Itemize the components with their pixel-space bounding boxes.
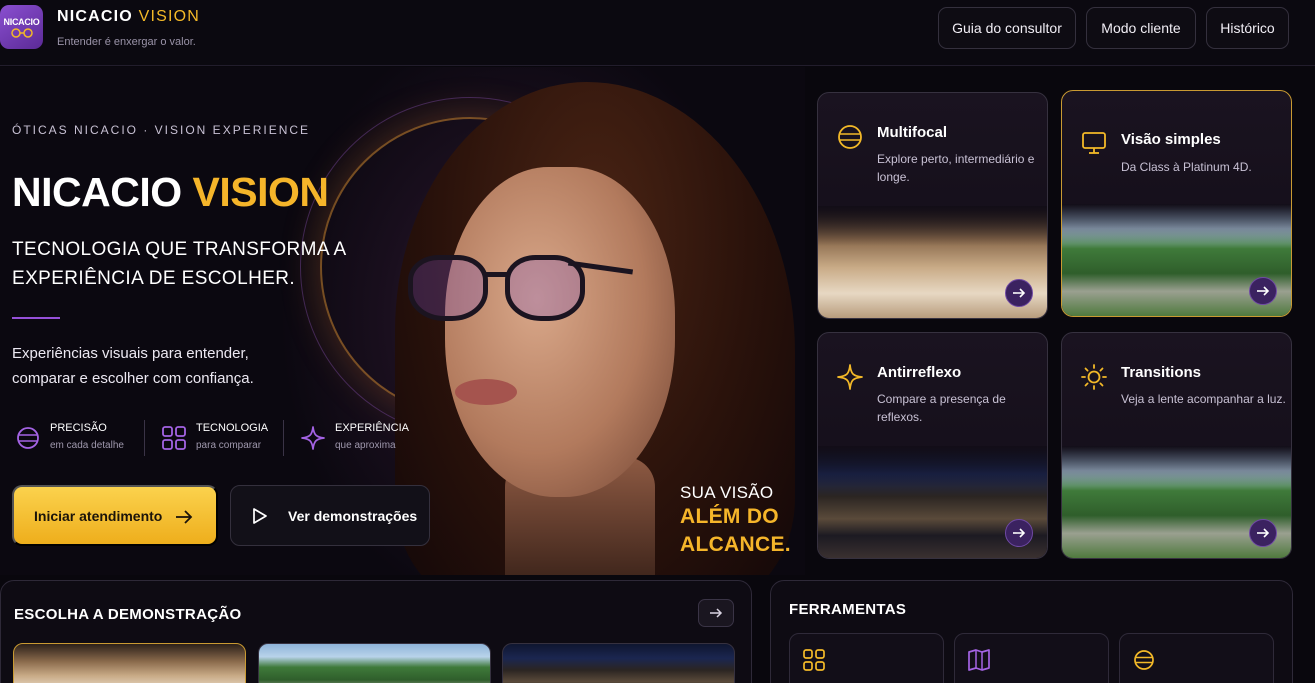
- demo-card-description: Explore perto, intermediário e longe.: [877, 152, 1035, 184]
- hero-section: ÓTICAS NICACIO · VISION EXPERIENCE NICAC…: [0, 67, 805, 575]
- hero-title-main: NICACIO: [12, 169, 182, 215]
- monitor-icon: [1082, 132, 1106, 154]
- demo-thumbnail[interactable]: [13, 643, 246, 683]
- start-service-label: Iniciar atendimento: [34, 507, 163, 524]
- tool-card[interactable]: [789, 633, 944, 683]
- view-demos-button[interactable]: Ver demonstrações: [230, 485, 430, 546]
- feature-technology: TECNOLOGIA para comparar: [161, 420, 268, 458]
- hero-subtitle: TECNOLOGIA QUE TRANSFORMA A EXPERIÊNCIA …: [12, 239, 346, 289]
- brand-accent: VISION: [138, 8, 201, 25]
- hero-slogan: SUA VISÃO ALÉM DO ALCANCE.: [680, 483, 791, 559]
- hero-eyebrow: ÓTICAS NICACIO · VISION EXPERIENCE: [12, 123, 311, 137]
- hero-divider: [12, 317, 60, 319]
- demo-thumbnail[interactable]: [502, 643, 735, 683]
- feature-subtitle: para comparar: [196, 440, 262, 451]
- feature-separator: [144, 420, 145, 456]
- feature-subtitle: em cada detalhe: [50, 440, 124, 451]
- feature-title: PRECISÃO: [50, 422, 107, 434]
- tools-panel: FERRAMENTAS: [770, 580, 1293, 683]
- arrow-right-icon[interactable]: [1005, 279, 1033, 307]
- demo-card-antireflex[interactable]: Antirreflexo Compare a presença de refle…: [817, 332, 1048, 559]
- play-icon: [253, 508, 267, 524]
- sparkle-icon: [837, 364, 863, 390]
- arrow-right-icon[interactable]: [1005, 519, 1033, 547]
- glasses-icon: [10, 27, 33, 38]
- arrow-right-icon: [176, 510, 193, 524]
- hero-title: NICACIO VISION: [12, 169, 329, 216]
- panel-title: ESCOLHA A DEMONSTRAÇÃO: [14, 606, 242, 623]
- hero-description: Experiências visuais para entender, comp…: [12, 345, 254, 387]
- demo-card-description: Veja a lente acompanhar a luz.: [1121, 392, 1286, 406]
- feature-title: EXPERIÊNCIA: [335, 422, 409, 434]
- slogan-line: ALCANCE.: [680, 533, 791, 556]
- brand-main: NICACIO: [57, 8, 133, 25]
- lens-icon: [838, 125, 862, 149]
- feature-separator: [283, 420, 284, 456]
- demo-thumbnail[interactable]: [258, 643, 491, 683]
- tagline: Entender é enxergar o valor.: [57, 36, 196, 48]
- lens-icon: [1134, 650, 1154, 670]
- book-icon: [968, 649, 990, 671]
- slogan-line: SUA VISÃO: [680, 483, 774, 502]
- see-all-button[interactable]: [698, 599, 734, 627]
- tool-card[interactable]: [1119, 633, 1274, 683]
- history-button[interactable]: Histórico: [1206, 7, 1289, 49]
- view-demos-label: Ver demonstrações: [288, 507, 418, 524]
- demo-card-title: Visão simples: [1121, 131, 1221, 148]
- demo-card-transitions[interactable]: Transitions Veja a lente acompanhar a lu…: [1061, 332, 1292, 559]
- arrow-right-icon[interactable]: [1249, 519, 1277, 547]
- grid-icon: [162, 426, 186, 450]
- demo-card-title: Antirreflexo: [877, 364, 962, 381]
- app-logo[interactable]: NICACIO: [0, 5, 43, 49]
- client-mode-button[interactable]: Modo cliente: [1086, 7, 1196, 49]
- demo-card-description: Compare a presença de reflexos.: [877, 392, 1006, 424]
- demo-chooser-panel: ESCOLHA A DEMONSTRAÇÃO: [0, 580, 752, 683]
- start-service-button[interactable]: Iniciar atendimento: [12, 485, 218, 546]
- feature-title: TECNOLOGIA: [196, 422, 269, 434]
- sun-icon: [1081, 364, 1107, 390]
- tool-card[interactable]: [954, 633, 1109, 683]
- demo-card-title: Transitions: [1121, 364, 1202, 381]
- logo-text: NICACIO: [3, 16, 40, 27]
- brand-name: NICACIO VISION: [57, 8, 200, 26]
- arrow-right-icon: [710, 608, 723, 618]
- arrow-right-icon[interactable]: [1249, 277, 1277, 305]
- feature-experience: EXPERIÊNCIA que aproxima: [300, 420, 409, 458]
- demo-card-single-vision[interactable]: Visão simples Da Class à Platinum 4D.: [1061, 90, 1292, 317]
- demo-card-title: Multifocal: [877, 124, 947, 141]
- panel-title: FERRAMENTAS: [789, 601, 907, 618]
- lens-icon: [17, 427, 39, 449]
- feature-subtitle: que aproxima: [335, 440, 396, 451]
- consultant-guide-button[interactable]: Guia do consultor: [938, 7, 1076, 49]
- slogan-line: ALÉM DO: [680, 505, 779, 528]
- demo-card-description: Da Class à Platinum 4D.: [1121, 160, 1252, 174]
- grid-icon: [803, 649, 825, 671]
- hero-title-accent: VISION: [192, 169, 329, 215]
- demo-card-multifocal[interactable]: Multifocal Explore perto, intermediário …: [817, 92, 1048, 319]
- top-bar: NICACIO NICACIO VISION Entender é enxerg…: [0, 0, 1315, 66]
- sparkle-icon: [301, 426, 325, 450]
- feature-precision: PRECISÃO em cada detalhe: [15, 420, 124, 458]
